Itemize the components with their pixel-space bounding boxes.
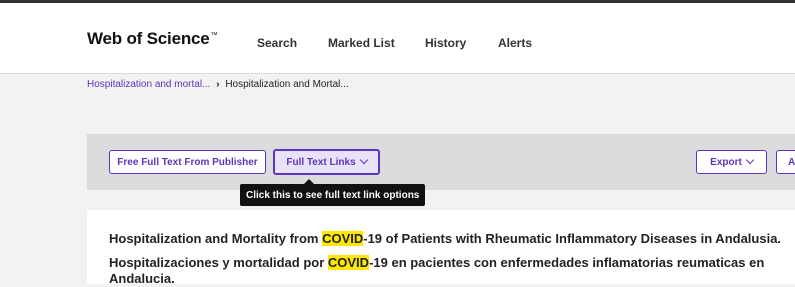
export-button[interactable]: Export	[696, 150, 767, 174]
add-to-marked-list-button[interactable]: A	[776, 150, 795, 174]
chevron-down-icon	[745, 155, 755, 165]
web-of-science-logo[interactable]: Web of Science™	[87, 29, 218, 49]
breadcrumb: Hospitalization and mortal... › Hospital…	[87, 79, 349, 90]
nav-history[interactable]: History	[425, 36, 466, 50]
title-en-highlight: COVID	[322, 231, 364, 246]
nav-marked-list[interactable]: Marked List	[328, 36, 395, 50]
record-toolbar: Free Full Text From Publisher Full Text …	[87, 134, 795, 190]
export-label: Export	[710, 156, 742, 168]
record-card: Hospitalization and Mortality from COVID…	[87, 210, 795, 286]
logo-text: Web of Science	[87, 29, 210, 48]
title-es-highlight: COVID	[327, 255, 370, 270]
chevron-down-icon	[359, 155, 368, 165]
title-es-text-rest: -19 en pacientes con enfermedades inflam…	[369, 255, 765, 270]
full-text-links-button[interactable]: Full Text Links	[273, 149, 380, 175]
title-en-text-rest: -19 of Patients with Rheumatic Inflammat…	[363, 231, 782, 246]
title-es-text: Hospitalizaciones y mortalidad por	[109, 255, 328, 270]
add-to-marked-list-label: A	[788, 156, 795, 168]
record-title-english: Hospitalization and Mortality from COVID…	[109, 230, 781, 247]
full-text-links-label: Full Text Links	[286, 156, 356, 168]
full-text-links-tooltip: Click this to see full text link options	[240, 179, 426, 206]
tooltip-text: Click this to see full text link options	[246, 189, 420, 201]
record-title-spanish: Hospitalizaciones y mortalidad por COVID…	[109, 254, 764, 271]
logo-trademark: ™	[210, 32, 218, 40]
breadcrumb-current: Hospitalization and Mortal...	[225, 79, 349, 90]
title-en-text: Hospitalization and Mortality from	[109, 231, 323, 246]
nav-alerts[interactable]: Alerts	[498, 36, 532, 50]
record-title-spanish-line2: Andalucia.	[109, 271, 175, 286]
nav-search[interactable]: Search	[257, 36, 297, 50]
breadcrumb-link[interactable]: Hospitalization and mortal...	[87, 79, 210, 90]
top-header: Web of Science™ Search Marked List Histo…	[0, 3, 795, 74]
free-full-text-label: Free Full Text From Publisher	[117, 156, 258, 168]
breadcrumb-separator: ›	[216, 79, 220, 90]
free-full-text-button[interactable]: Free Full Text From Publisher	[109, 150, 266, 174]
